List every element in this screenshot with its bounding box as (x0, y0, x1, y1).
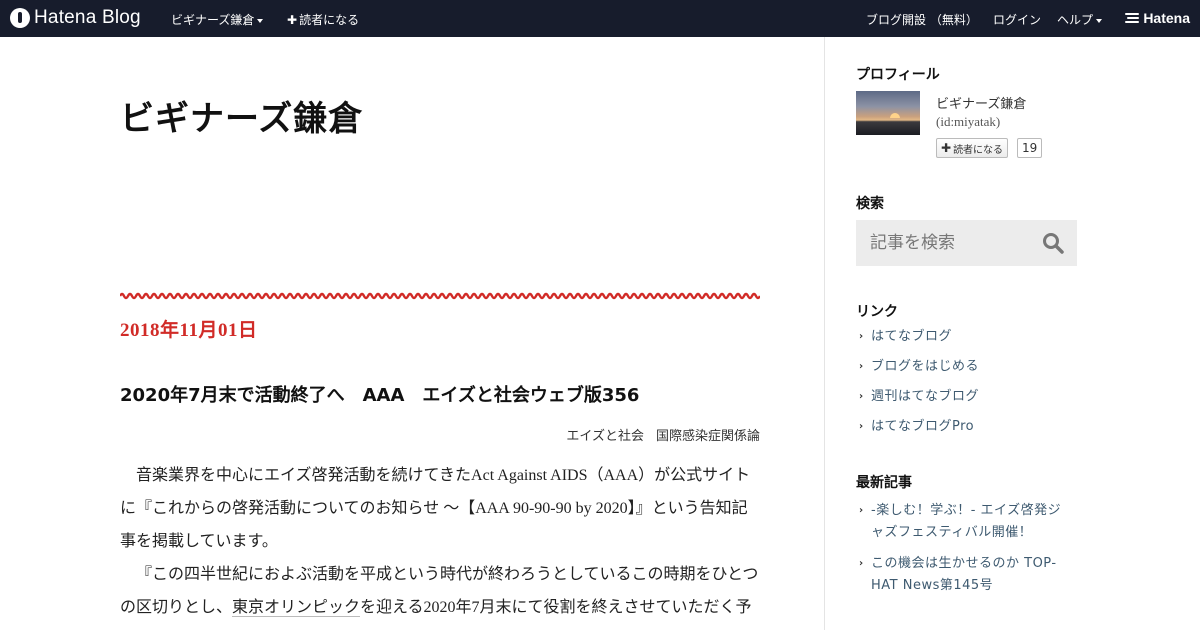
recent-entry-title: この機会は生かせるのか TOP-HAT News第145号 (871, 556, 1057, 593)
global-header: Hatena Blog ビギナーズ鎌倉 ✚ 読者になる ブログ開設 （無料） ログ… (0, 0, 1200, 37)
entry-paragraph: 音楽業界を中心にエイズ啓発活動を続けてきたAct Against AIDS（AA… (120, 467, 751, 550)
entry-body: 音楽業界を中心にエイズ啓発活動を続けてきたAct Against AIDS（AA… (120, 459, 760, 624)
links-list: › はてなブログ › ブログをはじめる › 週刊はてなブログ › はてなブログPro (856, 327, 979, 447)
sunset-image-detail (890, 113, 900, 118)
help-label: ヘルプ (1057, 13, 1094, 27)
search-heading: 検索 (856, 196, 884, 212)
subscriber-count: 19 (1017, 138, 1043, 158)
profile-name[interactable]: ビギナーズ鎌倉 (936, 93, 1026, 112)
chevron-right-icon: › (859, 505, 864, 516)
chevron-right-icon: › (859, 361, 864, 372)
hatena-blog-logo-icon (10, 8, 30, 28)
logo-text: Hatena Blog (34, 7, 141, 28)
hatena-waves-icon (1125, 13, 1140, 23)
recent-list: › -楽しむ！学ぶ！- エイズ啓発ジャズフェスティバル開催！ › この機会は生かせる… (856, 500, 1071, 597)
wavy-divider (120, 292, 760, 300)
login-link[interactable]: ログイン (993, 11, 1041, 28)
recent-entry-title: -楽しむ！学ぶ！- エイズ啓発ジャズフェスティバル開催！ (871, 503, 1062, 540)
links-heading: リンク (856, 304, 898, 320)
caret-down-icon (257, 18, 264, 23)
chevron-right-icon: › (859, 391, 864, 402)
plus-icon: ✚ (941, 141, 952, 155)
entry-date[interactable]: 2018年11月01日 (120, 315, 257, 342)
sidebar-divider (824, 37, 825, 630)
search-input[interactable] (856, 220, 1036, 266)
help-dropdown[interactable]: ヘルプ (1057, 11, 1103, 28)
search-box (856, 220, 1077, 266)
hatena-blog-logo[interactable]: Hatena Blog (10, 7, 141, 29)
blog-menu-label: ビギナーズ鎌倉 (171, 13, 255, 27)
chevron-right-icon: › (859, 331, 864, 342)
header-subscribe-button[interactable]: ✚ 読者になる (287, 11, 359, 28)
entry-title[interactable]: 2020年7月末で活動終了へ AAA エイズと社会ウェブ版356 (120, 381, 639, 407)
sidebar-link-label: はてなブログ (871, 329, 953, 344)
plus-icon: ✚ (287, 13, 298, 27)
keyword-link[interactable]: 東京オリンピック (232, 599, 361, 617)
sidebar-link-label: ブログをはじめる (871, 359, 980, 374)
avatar[interactable] (856, 91, 920, 135)
search-icon[interactable] (1042, 232, 1064, 254)
profile-heading: プロフィール (856, 67, 940, 83)
entry-categories: エイズと社会 国際感染症関係論 (566, 425, 760, 444)
chevron-right-icon: › (859, 421, 864, 432)
category-link[interactable]: 国際感染症関係論 (656, 428, 760, 443)
hatena-brand-label: Hatena (1143, 10, 1190, 26)
paragraph-text: を迎える2020年7月末にて役割を終えさせていただく予 (360, 599, 752, 616)
recent-entry-item[interactable]: › -楽しむ！学ぶ！- エイズ啓発ジャズフェスティバル開催！ (856, 500, 1071, 544)
category-link[interactable]: エイズと社会 (566, 428, 644, 443)
sidebar-link-label: はてなブログPro (871, 419, 975, 434)
blog-menu-dropdown[interactable]: ビギナーズ鎌倉 (171, 11, 264, 28)
entry-paragraph: 『この四半世紀におよぶ活動を平成という時代が終わろうとしているこの時期をひとつの… (120, 558, 760, 624)
sidebar-link-item[interactable]: › はてなブログPro (856, 417, 979, 447)
recent-heading: 最新記事 (856, 475, 912, 491)
sidebar-link-item[interactable]: › はてなブログ (856, 327, 979, 357)
blog-title[interactable]: ビギナーズ鎌倉 (120, 91, 363, 140)
sidebar-link-item[interactable]: › ブログをはじめる (856, 357, 979, 387)
sidebar-subscribe-button[interactable]: ✚ 読者になる (936, 138, 1009, 158)
caret-down-icon (1096, 18, 1103, 23)
profile-id[interactable]: (id:miyatak) (936, 114, 1000, 130)
sidebar-link-label: 週刊はてなブログ (871, 389, 980, 404)
header-subscribe-label: 読者になる (299, 13, 360, 27)
sidebar-link-item[interactable]: › 週刊はてなブログ (856, 387, 979, 417)
sidebar-subscribe-label: 読者になる (953, 144, 1004, 156)
chevron-right-icon: › (859, 558, 864, 569)
recent-entry-item[interactable]: › この機会は生かせるのか TOP-HAT News第145号 (856, 553, 1071, 597)
start-blog-link[interactable]: ブログ開設 （無料） (866, 11, 978, 28)
hatena-brand-link[interactable]: Hatena (1125, 10, 1190, 26)
